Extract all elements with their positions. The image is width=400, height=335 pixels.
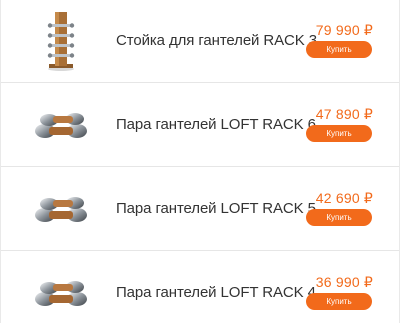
list-item[interactable]: Пара гантелей LOFT RACK 5 42 690 ₽ Купит… bbox=[1, 168, 399, 251]
buy-button[interactable]: Купить bbox=[306, 209, 372, 226]
product-name[interactable]: Пара гантелей LOFT RACK 5 bbox=[116, 200, 316, 217]
product-price: 42 690 ₽ bbox=[315, 190, 373, 206]
list-item[interactable]: Пара гантелей LOFT RACK 6 47 890 ₽ Купит… bbox=[1, 84, 399, 167]
product-image-dumbbells[interactable] bbox=[29, 260, 93, 324]
product-price: 47 890 ₽ bbox=[315, 106, 373, 122]
product-image-dumbbells[interactable] bbox=[29, 92, 93, 156]
product-name[interactable]: Стойка для гантелей RACK 3 bbox=[116, 32, 317, 49]
product-image-rack[interactable] bbox=[29, 8, 93, 72]
product-price: 36 990 ₽ bbox=[315, 274, 373, 290]
product-name[interactable]: Пара гантелей LOFT RACK 4 bbox=[116, 284, 316, 301]
product-list: Стойка для гантелей RACK 3 79 990 ₽ Купи… bbox=[0, 0, 400, 323]
product-name[interactable]: Пара гантелей LOFT RACK 6 bbox=[116, 116, 316, 133]
buy-button[interactable]: Купить bbox=[306, 125, 372, 142]
list-item[interactable]: Стойка для гантелей RACK 3 79 990 ₽ Купи… bbox=[1, 0, 399, 83]
buy-button[interactable]: Купить bbox=[306, 41, 372, 58]
buy-button[interactable]: Купить bbox=[306, 293, 372, 310]
product-image-dumbbells[interactable] bbox=[29, 176, 93, 240]
product-price: 79 990 ₽ bbox=[315, 22, 373, 38]
